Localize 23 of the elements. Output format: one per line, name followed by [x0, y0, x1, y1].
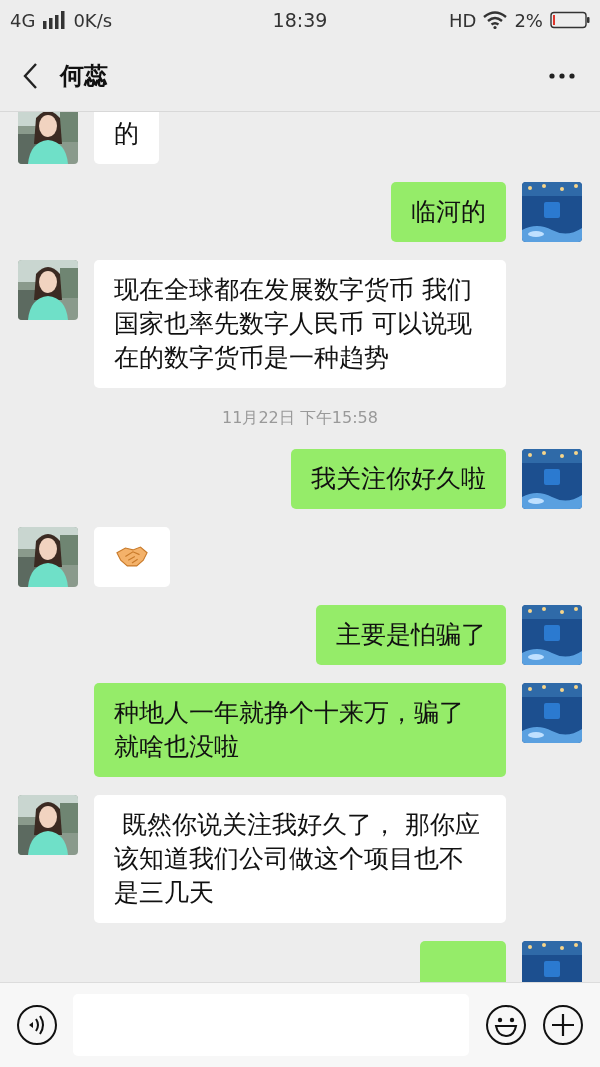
chat-title: 何蕊 [60, 60, 109, 92]
emoji-icon[interactable] [485, 1004, 527, 1046]
handshake-icon [116, 545, 148, 568]
plus-icon[interactable] [542, 1004, 584, 1046]
hd-indicator: HD [449, 9, 477, 31]
timestamp: 11月22日 下午15:58 [222, 408, 378, 429]
message-bubble: 种地人一年就挣个十来万，骗了就啥也没啦 [94, 683, 506, 777]
message-bubble: 既然你说关注我好久了， 那你应该知道我们公司做这个项目也不是三几天 [94, 795, 506, 923]
more-icon[interactable] [548, 71, 576, 80]
wifi-icon [483, 11, 508, 29]
signal-icon [42, 11, 67, 29]
clock: 18:39 [272, 9, 328, 31]
message-bubble: 我关注你好久啦 [291, 449, 506, 509]
battery-percent: 2% [514, 9, 543, 31]
back-icon[interactable] [22, 61, 38, 90]
message-bubble: 临河的 [391, 182, 506, 242]
message-bubble: 现在全球都在发展数字货币 我们国家也率先数字人民币 可以说现在的数字货币是一种趋势 [94, 260, 506, 388]
battery-icon [550, 11, 590, 29]
voice-icon[interactable] [16, 1004, 58, 1046]
network-speed: 0K/s [73, 9, 113, 31]
message-bubble: 的 [94, 112, 159, 164]
message-bubble: 主要是怕骗了 [316, 605, 506, 665]
network-type: 4G [10, 9, 36, 31]
